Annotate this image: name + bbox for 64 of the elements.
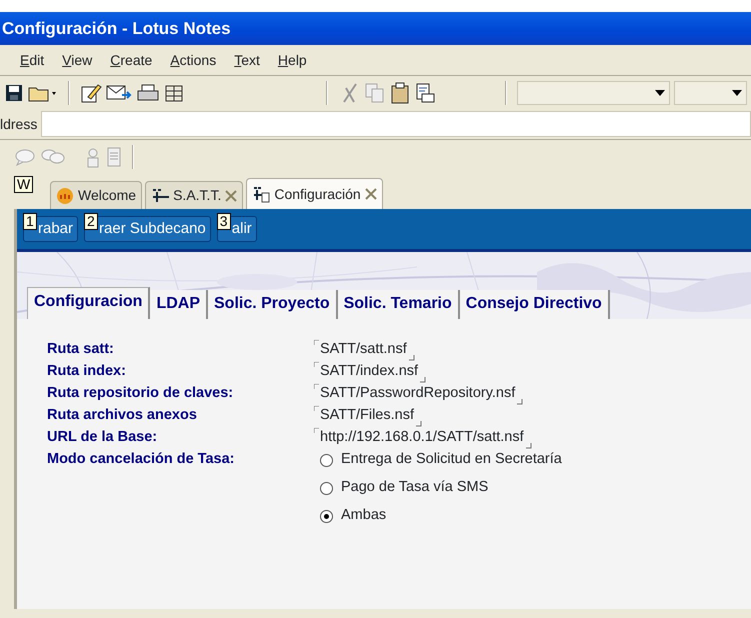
field-value[interactable]: SATT/Files.nsf bbox=[320, 407, 414, 423]
close-icon[interactable] bbox=[364, 188, 377, 200]
option-label: Pago de Tasa vía SMS bbox=[341, 478, 488, 498]
field-label: Ruta archivos anexos bbox=[47, 406, 198, 425]
document-tab[interactable]: Configuración bbox=[246, 178, 383, 209]
field-bracket-icon bbox=[314, 362, 320, 368]
form-tab[interactable]: LDAP bbox=[150, 290, 208, 319]
field-bracket-icon bbox=[314, 428, 320, 434]
form-tab[interactable]: Solic. Temario bbox=[338, 290, 460, 319]
document-tab[interactable]: S.A.T.T. bbox=[145, 181, 244, 209]
address-field[interactable] bbox=[41, 111, 751, 137]
field-bracket-icon bbox=[314, 384, 320, 390]
form-tab[interactable]: Configuracion bbox=[27, 287, 150, 319]
field-value[interactable]: SATT/index.nsf bbox=[320, 363, 418, 379]
action-button[interactable]: 3 alir bbox=[216, 216, 257, 242]
field-label: Ruta satt: bbox=[47, 340, 115, 359]
field-bracket-icon bbox=[526, 443, 532, 449]
field-label: Modo cancelación de Tasa: bbox=[47, 450, 236, 469]
window-title: Configuración - Lotus Notes bbox=[2, 18, 231, 40]
field-bracket-icon bbox=[314, 340, 320, 346]
radio-button[interactable] bbox=[320, 510, 333, 522]
field-bracket-icon bbox=[416, 421, 422, 427]
field-value[interactable]: http://192.168.0.1/SATT/satt.nsf bbox=[320, 429, 524, 445]
hotkey-badge: 1 bbox=[23, 213, 37, 230]
db-icon bbox=[151, 186, 170, 204]
save-icon[interactable] bbox=[4, 82, 24, 102]
menu-item[interactable]: Help bbox=[278, 50, 307, 70]
clipboard-icon[interactable] bbox=[390, 82, 410, 104]
menu-item[interactable]: Actions bbox=[170, 50, 216, 70]
menu-item[interactable]: Create bbox=[110, 50, 152, 70]
caret-icon bbox=[655, 90, 666, 96]
action-button[interactable]: 1 rabar bbox=[23, 216, 78, 242]
radio-button[interactable] bbox=[320, 482, 333, 494]
field-value[interactable]: SATT/PasswordRepository.nsf bbox=[320, 385, 516, 401]
field-bracket-icon bbox=[408, 355, 415, 361]
action-button[interactable]: 2 raer Subdecano bbox=[84, 216, 211, 242]
field-bracket-icon bbox=[420, 377, 426, 383]
option-label: Ambas bbox=[341, 506, 386, 526]
field-bracket-icon bbox=[314, 406, 320, 412]
close-icon[interactable] bbox=[225, 190, 238, 202]
hotkey-badge: 3 bbox=[216, 213, 231, 230]
table-icon[interactable] bbox=[164, 82, 184, 102]
form-tab[interactable]: Solic. Proyecto bbox=[208, 290, 338, 319]
form-tab[interactable]: Consejo Directivo bbox=[460, 290, 610, 319]
edit-icon[interactable] bbox=[80, 82, 102, 104]
field-bracket-icon bbox=[517, 399, 524, 405]
radio-button[interactable] bbox=[320, 454, 333, 466]
doc-icon bbox=[252, 185, 270, 203]
caret-icon bbox=[732, 90, 742, 96]
menu-item[interactable]: Text bbox=[234, 50, 260, 70]
field-label: Ruta repositorio de claves: bbox=[47, 384, 234, 403]
menu-item[interactable]: Edit bbox=[20, 50, 44, 70]
field-label: Ruta index: bbox=[47, 362, 127, 381]
field-label: URL de la Base: bbox=[47, 428, 158, 447]
printer-icon[interactable] bbox=[136, 82, 160, 102]
address-label: ldress bbox=[0, 114, 38, 134]
option-label: Entrega de Solicitud en Secretaría bbox=[341, 450, 562, 470]
hotkey-badge: 2 bbox=[84, 213, 98, 230]
paste-icon[interactable] bbox=[414, 82, 436, 104]
welcome-icon bbox=[56, 186, 74, 204]
mail-icon[interactable] bbox=[106, 82, 132, 102]
hotkey-badge: W bbox=[14, 176, 34, 193]
field-value[interactable]: SATT/satt.nsf bbox=[320, 341, 407, 357]
menu-item[interactable]: View bbox=[62, 50, 92, 70]
